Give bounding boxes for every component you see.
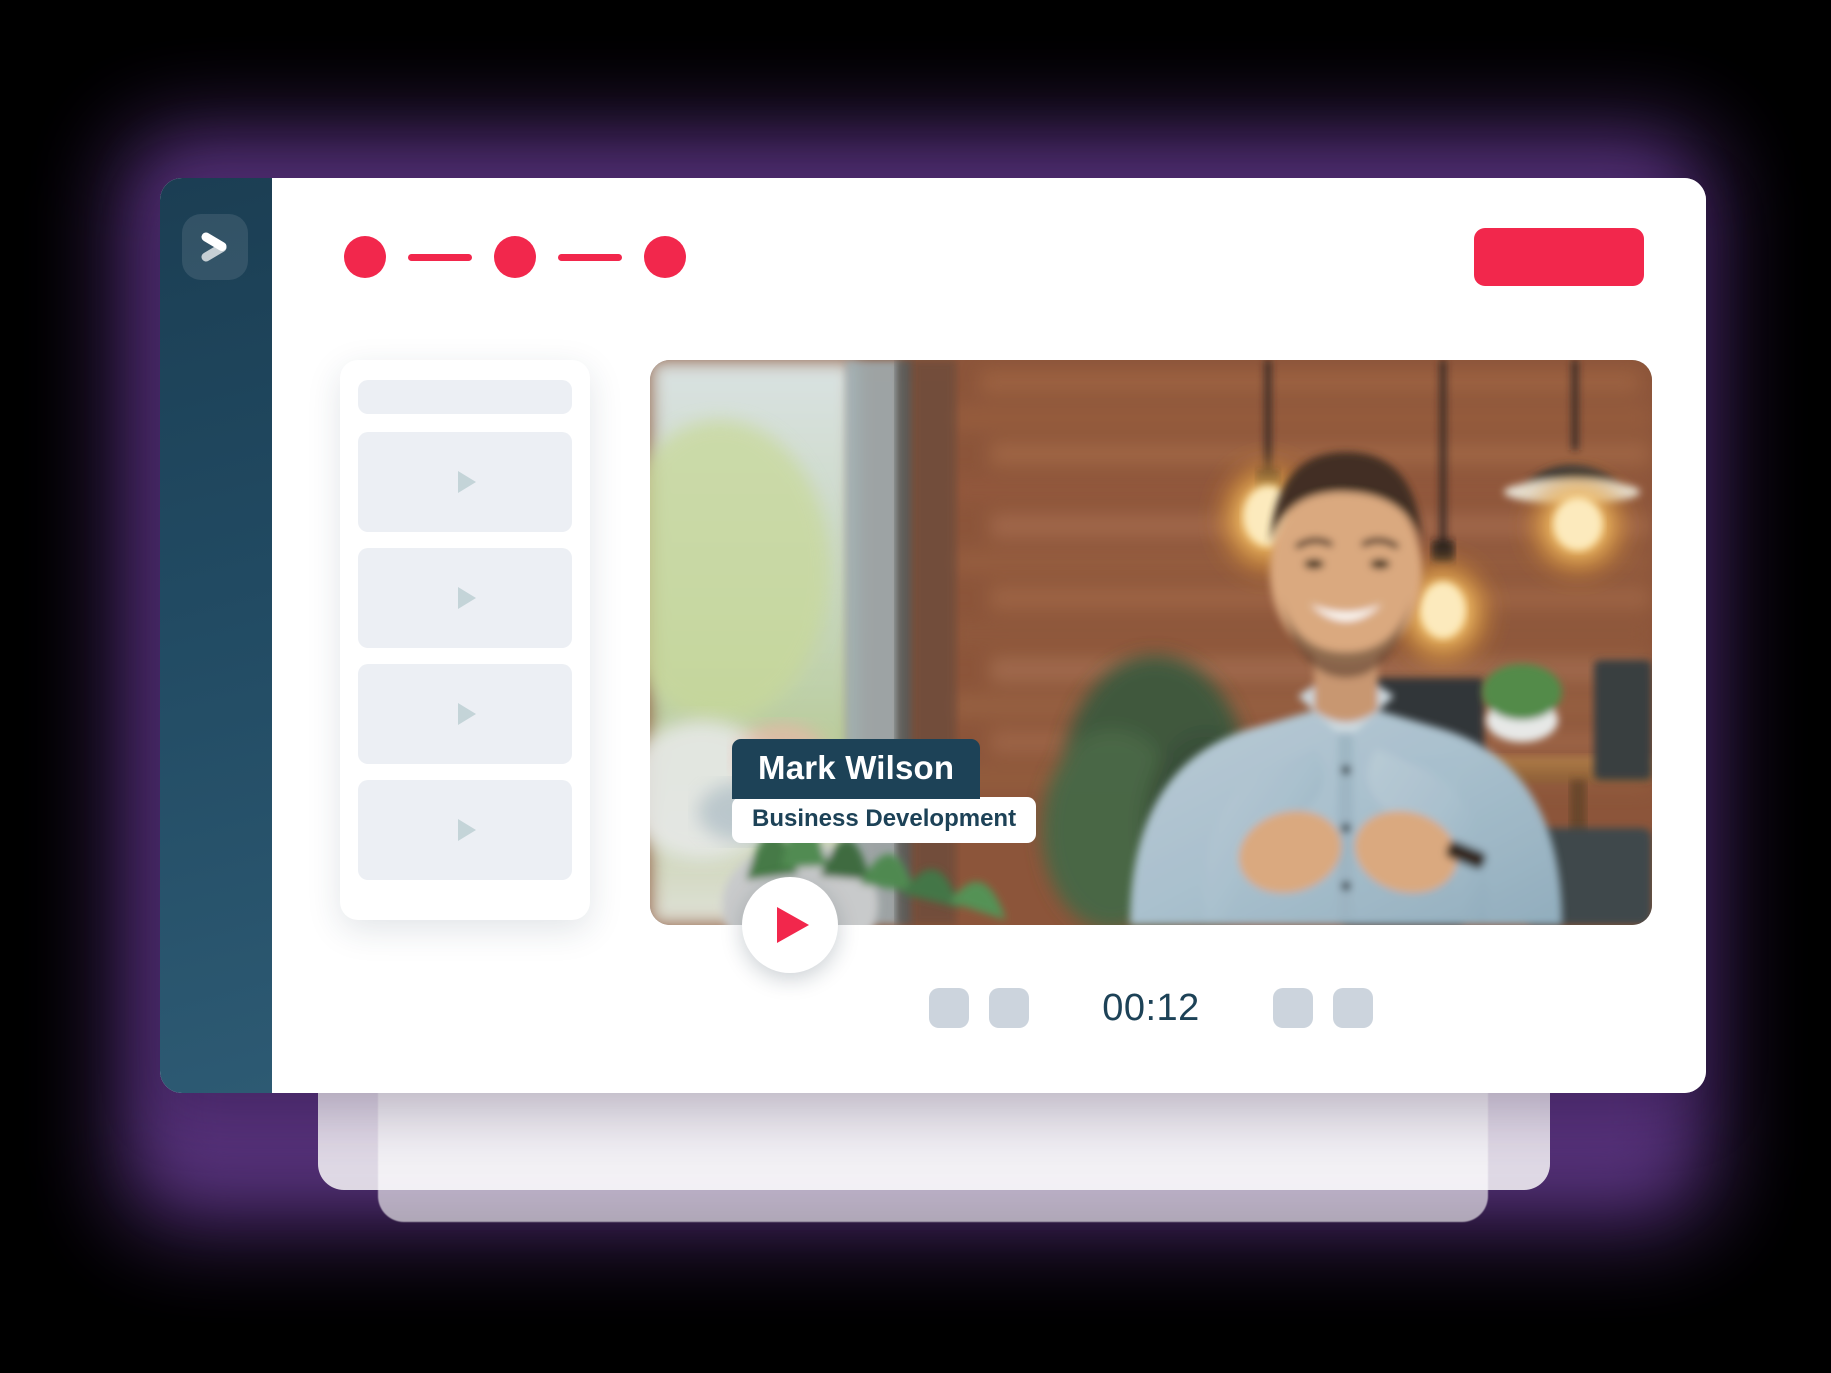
speaker-name: Mark Wilson [732, 739, 981, 800]
video-player: Mark Wilson Business Development [650, 360, 1652, 973]
speaker-nameplate: Mark Wilson Business Development [732, 739, 1037, 843]
screenshot-stage: Mark Wilson Business Development 00:12 [0, 0, 1831, 1373]
play-triangle-icon [448, 697, 482, 731]
video-surface[interactable]: Mark Wilson Business Development [650, 360, 1652, 925]
chevron-play-logo-icon [195, 227, 235, 267]
top-bar [272, 178, 1706, 318]
control-button-icon[interactable] [1333, 988, 1373, 1028]
control-button-icon[interactable] [929, 988, 969, 1028]
list-item[interactable] [358, 780, 572, 880]
play-triangle-icon [448, 465, 482, 499]
primary-cta-button[interactable] [1474, 228, 1644, 286]
playback-timer: 00:12 [1102, 986, 1200, 1029]
controls-left-group [929, 988, 1029, 1028]
step-dot-1[interactable] [344, 236, 386, 278]
step-dot-2[interactable] [494, 236, 536, 278]
list-item[interactable] [358, 664, 572, 764]
app-window: Mark Wilson Business Development 00:12 [160, 178, 1706, 1093]
control-button-icon[interactable] [989, 988, 1029, 1028]
control-button-icon[interactable] [1273, 988, 1313, 1028]
speaker-role: Business Development [732, 797, 1037, 843]
player-controls: 00:12 [650, 978, 1652, 1038]
video-list-card [340, 360, 590, 920]
sidebar-rail [160, 178, 272, 1093]
play-button[interactable] [742, 877, 838, 973]
app-logo[interactable] [182, 214, 248, 280]
list-header-placeholder [358, 380, 572, 414]
step-dot-3[interactable] [644, 236, 686, 278]
main-content: Mark Wilson Business Development 00:12 [272, 178, 1706, 1093]
controls-right-group [1273, 988, 1373, 1028]
step-connector-2 [558, 253, 622, 261]
step-indicator [344, 236, 686, 278]
list-item[interactable] [358, 432, 572, 532]
play-triangle-icon [448, 813, 482, 847]
play-triangle-icon [448, 581, 482, 615]
play-icon [767, 904, 813, 946]
step-connector-1 [408, 253, 472, 261]
list-item[interactable] [358, 548, 572, 648]
